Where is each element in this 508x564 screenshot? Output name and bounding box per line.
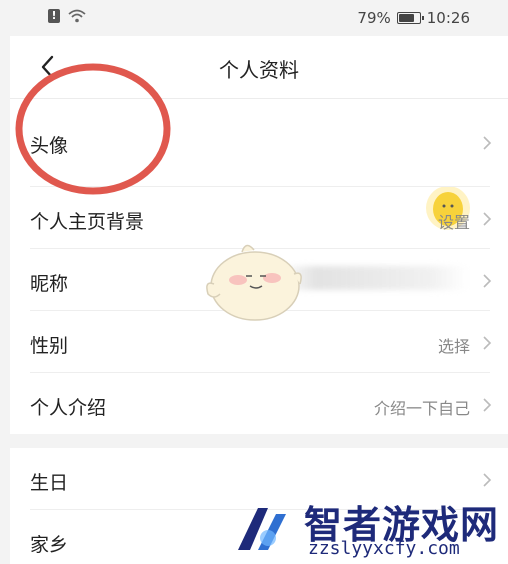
chevron-right-icon bbox=[483, 336, 492, 350]
row-label-gender: 性别 bbox=[30, 335, 69, 357]
clock: 10:26 bbox=[426, 9, 470, 27]
status-left: ! bbox=[48, 9, 86, 23]
status-right: 79% 10:26 bbox=[357, 9, 470, 27]
row-introduction[interactable]: 个人介绍 介绍一下自己 bbox=[10, 373, 508, 434]
mascot-sticker bbox=[206, 244, 302, 321]
row-label-introduction: 个人介绍 bbox=[30, 397, 107, 419]
row-value-introduction: 介绍一下自己 bbox=[373, 399, 470, 418]
watermark-url: zzslyyxcfy.com bbox=[308, 538, 460, 559]
battery-icon bbox=[396, 12, 424, 24]
chevron-right-icon bbox=[483, 136, 492, 150]
row-label-nickname: 昵称 bbox=[30, 273, 69, 295]
alert-icon: ! bbox=[48, 9, 60, 23]
wifi-icon bbox=[68, 9, 86, 23]
row-value-homepage-background: 设置 bbox=[437, 213, 470, 232]
row-label-hometown: 家乡 bbox=[30, 534, 69, 556]
chevron-right-icon bbox=[483, 212, 492, 226]
annotation-circle bbox=[15, 63, 171, 195]
chevron-right-icon bbox=[483, 473, 492, 487]
row-label-birthday: 生日 bbox=[30, 472, 69, 494]
chevron-right-icon bbox=[483, 274, 492, 288]
nickname-blurred-value bbox=[278, 266, 468, 290]
row-value-gender: 选择 bbox=[437, 337, 470, 356]
battery-percent: 79% bbox=[357, 9, 391, 27]
row-label-homepage-background: 个人主页背景 bbox=[30, 211, 145, 233]
watermark: 智者游戏网 zzslyyxcfy.com bbox=[220, 488, 508, 564]
chevron-right-icon bbox=[483, 398, 492, 412]
section-gap bbox=[10, 434, 508, 448]
status-bar: ! 79% 10:26 bbox=[0, 0, 508, 36]
watermark-logo-icon bbox=[238, 508, 286, 550]
